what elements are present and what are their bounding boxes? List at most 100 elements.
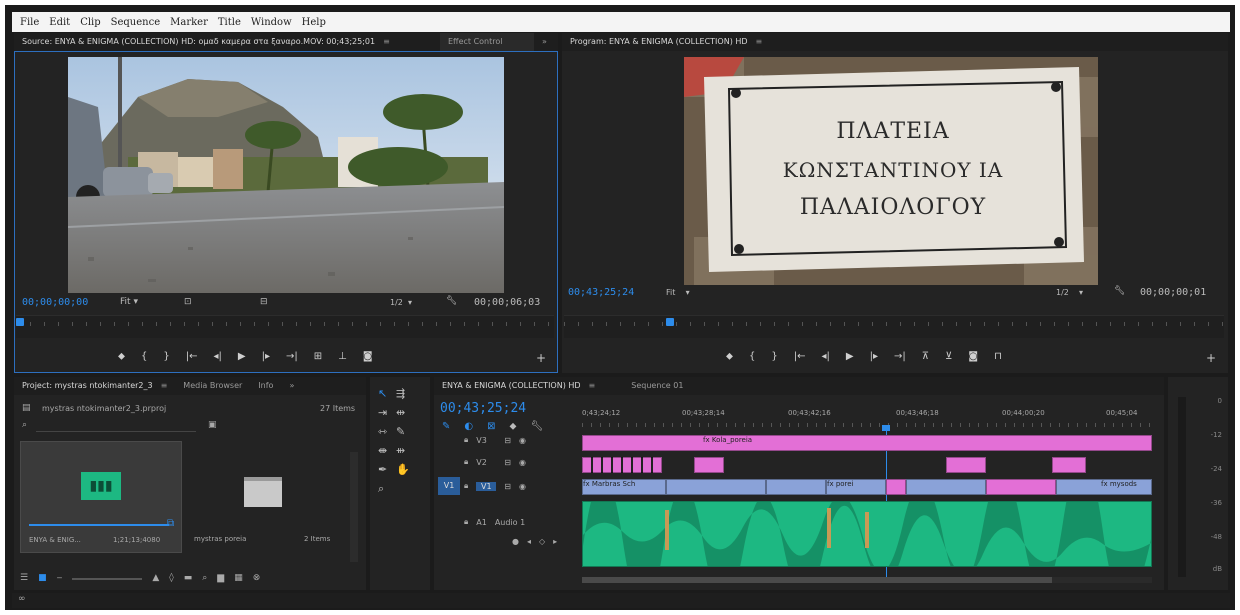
- eye-icon[interactable]: ◉: [519, 436, 526, 445]
- menu-window[interactable]: Window: [251, 17, 292, 28]
- scroll-thumb[interactable]: [582, 577, 1052, 583]
- search-input[interactable]: [36, 419, 196, 432]
- lock-icon[interactable]: 🔒︎: [464, 435, 468, 445]
- menu-marker[interactable]: Marker: [170, 17, 208, 28]
- timeline-timecode[interactable]: 00;43;25;24: [440, 401, 526, 416]
- timeline-clip[interactable]: [986, 479, 1056, 495]
- menu-title[interactable]: Title: [218, 17, 241, 28]
- lock-icon[interactable]: 🔒︎: [464, 481, 468, 491]
- go-to-out-icon[interactable]: →|: [286, 351, 298, 362]
- timeline-ruler[interactable]: 0;43;24;12 00;43;28;14 00;43;42;16 00;43…: [582, 409, 1152, 431]
- ripple-edit-tool-icon[interactable]: ⇥: [378, 406, 396, 419]
- overwrite-icon[interactable]: ⊥: [338, 351, 347, 362]
- compare-icon[interactable]: ⊓: [994, 351, 1002, 362]
- timeline-clip[interactable]: fx Marbras Sch: [582, 479, 666, 495]
- export-frame-icon[interactable]: ⊟: [260, 297, 268, 307]
- insert-icon[interactable]: ⊞: [314, 351, 322, 362]
- tab-info[interactable]: Info: [250, 377, 281, 395]
- zoom-out-icon[interactable]: ‒: [57, 573, 63, 583]
- step-forward-icon[interactable]: |▸: [262, 351, 270, 362]
- mark-out-icon[interactable]: }: [771, 351, 777, 362]
- add-button-icon[interactable]: +: [536, 351, 546, 365]
- hand-tool-icon[interactable]: ✋: [396, 463, 414, 476]
- prev-keyframe-icon[interactable]: ◂: [527, 537, 531, 546]
- go-to-out-icon[interactable]: →|: [894, 351, 906, 362]
- thumbnail-scrubber[interactable]: [29, 524, 169, 526]
- mark-out-icon[interactable]: }: [163, 351, 169, 362]
- wrench-icon[interactable]: 🔧︎: [1114, 286, 1125, 296]
- timeline-clip[interactable]: [946, 457, 986, 473]
- menu-sequence[interactable]: Sequence: [111, 17, 161, 28]
- rolling-edit-tool-icon[interactable]: ⇹: [396, 406, 414, 419]
- rate-stretch-tool-icon[interactable]: ⇿: [378, 425, 396, 438]
- track-select-tool-icon[interactable]: ⇶: [396, 387, 414, 400]
- play-icon[interactable]: ▶: [238, 351, 246, 362]
- timeline-clip[interactable]: fx porei: [826, 479, 886, 495]
- wrench-icon[interactable]: 🔧︎: [446, 296, 457, 306]
- timeline-clip[interactable]: [694, 457, 724, 473]
- step-forward-icon[interactable]: |▸: [870, 351, 878, 362]
- go-to-in-icon[interactable]: |←: [794, 351, 806, 362]
- tab-program[interactable]: Program: ENYA & ENIGMA (COLLECTION) HD ≡: [562, 33, 770, 51]
- linked-selection-icon[interactable]: ⊠: [487, 421, 495, 432]
- sync-lock-icon[interactable]: ⊟: [504, 436, 511, 445]
- source-playhead[interactable]: [16, 318, 24, 326]
- new-item-icon[interactable]: ▦: [234, 573, 243, 583]
- timeline-horizontal-scrollbar[interactable]: [582, 577, 1152, 583]
- program-playhead[interactable]: [666, 318, 674, 326]
- tab-overflow[interactable]: »: [281, 377, 302, 395]
- sync-lock-icon[interactable]: ⊟: [504, 482, 511, 491]
- razor-tool-icon[interactable]: ✎: [396, 425, 414, 438]
- source-time-ruler[interactable]: [16, 315, 554, 338]
- menu-file[interactable]: File: [20, 17, 39, 28]
- mark-in-icon[interactable]: {: [749, 351, 755, 362]
- menu-edit[interactable]: Edit: [49, 17, 70, 28]
- timeline-clip[interactable]: fx mysods: [1056, 479, 1152, 495]
- next-keyframe-icon[interactable]: ▸: [553, 537, 557, 546]
- nest-icon[interactable]: ✎: [442, 421, 450, 432]
- lock-icon[interactable]: 🔒︎: [464, 457, 468, 467]
- program-ratio-dropdown[interactable]: 1/2 ▾: [1056, 288, 1083, 297]
- trash-icon[interactable]: ⊗: [253, 573, 261, 583]
- new-bin-icon[interactable]: ▆: [217, 573, 224, 583]
- menu-help[interactable]: Help: [302, 17, 326, 28]
- sync-lock-icon[interactable]: ⊟: [504, 458, 511, 467]
- mark-in-icon[interactable]: {: [141, 351, 147, 362]
- selection-tool-icon[interactable]: ↖: [378, 387, 396, 400]
- timeline-clip[interactable]: [666, 479, 766, 495]
- timeline-clip[interactable]: [766, 479, 826, 495]
- timeline-clip[interactable]: fx Kola_poreia: [582, 435, 1152, 451]
- keyframe-icon[interactable]: ●: [512, 537, 519, 546]
- lift-icon[interactable]: ⊼: [922, 351, 929, 362]
- add-marker-icon[interactable]: ⬥: [510, 421, 517, 432]
- panel-menu-icon[interactable]: ≡: [383, 37, 390, 46]
- marker-icon[interactable]: ⬥: [118, 351, 125, 362]
- tab-sequence-01[interactable]: Sequence 01: [623, 377, 691, 395]
- zoom-tool-icon[interactable]: ⌕: [378, 482, 396, 496]
- sort-icon[interactable]: ◊: [169, 573, 173, 583]
- tab-sequence-main[interactable]: ENYA & ENIGMA (COLLECTION) HD ≡: [434, 377, 603, 395]
- project-item-bin[interactable]: mystras poreia 2 Items: [186, 441, 346, 551]
- snap-icon[interactable]: ◐: [464, 421, 473, 432]
- program-time-ruler[interactable]: [564, 315, 1224, 338]
- step-back-icon[interactable]: ◂|: [214, 351, 222, 362]
- add-button-icon[interactable]: +: [1206, 351, 1216, 365]
- source-fit-dropdown[interactable]: Fit ▾: [120, 297, 138, 307]
- zoom-slider[interactable]: [72, 578, 143, 580]
- timeline-clip[interactable]: [582, 457, 662, 473]
- program-fit-dropdown[interactable]: Fit ▾: [666, 288, 690, 297]
- project-scrollbar[interactable]: [350, 452, 358, 562]
- eye-icon[interactable]: ◉: [519, 482, 526, 491]
- timeline-clip[interactable]: [906, 479, 986, 495]
- tab-project[interactable]: Project: mystras ntokimanter2_3 ≡: [14, 377, 175, 395]
- audio-clip[interactable]: [582, 501, 1152, 567]
- track-name-v1[interactable]: V1: [476, 481, 497, 491]
- tab-source[interactable]: Source: ENYA & ENIGMA (COLLECTION) HD: ο…: [14, 33, 440, 52]
- menu-clip[interactable]: Clip: [80, 17, 100, 28]
- zoom-in-icon[interactable]: ▲: [152, 573, 159, 583]
- automate-icon[interactable]: ▬: [184, 573, 193, 583]
- panel-menu-icon[interactable]: ≡: [161, 381, 168, 390]
- list-view-icon[interactable]: ☰: [20, 573, 28, 583]
- lock-icon[interactable]: 🔒︎: [464, 517, 468, 527]
- timeline-clip[interactable]: [1052, 457, 1086, 473]
